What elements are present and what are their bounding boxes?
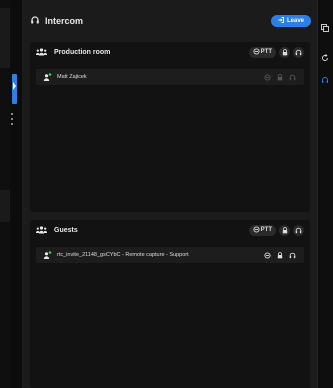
lock-button[interactable]	[279, 46, 290, 58]
headset-icon	[30, 12, 40, 30]
production-room-header: Production room PTT	[30, 42, 310, 62]
chevron-right-icon	[13, 82, 16, 90]
intercom-panel: Intercom Leave Production room PTT Matt …	[22, 0, 317, 388]
user-online-icon	[43, 246, 52, 264]
member-row[interactable]: rtc_invite_21148_gsCYbC - Remote capture…	[36, 247, 304, 263]
copy-icon[interactable]	[321, 19, 329, 37]
ptt-button[interactable]: PTT	[248, 224, 276, 236]
side-tab	[0, 8, 10, 68]
headset-icon[interactable]	[321, 71, 329, 89]
users-icon	[35, 221, 48, 239]
production-room-panel: Production room PTT Matt Zajicek	[30, 42, 310, 212]
ptt-label: PTT	[260, 227, 272, 233]
ptt-button[interactable]: PTT	[248, 46, 276, 58]
drag-dots-icon[interactable]	[11, 113, 13, 125]
headset-icon[interactable]	[289, 68, 296, 86]
member-name: rtc_invite_21148_gsCYbC - Remote capture…	[57, 252, 189, 258]
guests-header: Guests PTT	[30, 220, 310, 240]
exit-icon	[278, 17, 284, 25]
refresh-icon[interactable]	[321, 49, 329, 67]
intercom-header: Intercom Leave	[22, 0, 317, 42]
lock-button[interactable]	[279, 224, 290, 236]
push-to-talk-icon[interactable]	[264, 246, 271, 264]
push-to-talk-icon	[253, 225, 260, 235]
leave-button-label: Leave	[286, 18, 304, 24]
ptt-label: PTT	[260, 49, 272, 55]
lock-icon[interactable]	[277, 68, 283, 86]
headset-icon	[295, 43, 302, 61]
push-to-talk-icon	[253, 47, 260, 57]
right-rail	[317, 0, 333, 388]
headset-icon[interactable]	[289, 246, 296, 264]
member-name: Matt Zajicek	[57, 74, 87, 80]
left-edge-strip	[0, 0, 10, 388]
listen-button[interactable]	[293, 46, 304, 58]
page-title: Intercom	[45, 16, 84, 26]
lock-icon[interactable]	[277, 246, 283, 264]
member-row[interactable]: Matt Zajicek	[36, 69, 304, 85]
push-to-talk-icon[interactable]	[264, 68, 271, 86]
lock-icon	[282, 43, 288, 61]
user-online-icon	[43, 68, 52, 86]
headset-icon	[295, 221, 302, 239]
lock-icon	[282, 221, 288, 239]
side-tab	[0, 190, 10, 222]
guests-panel: Guests PTT rtc_invite_21148_gsCYbC - Rem…	[30, 220, 310, 388]
listen-button[interactable]	[293, 224, 304, 236]
production-room-title: Production room	[54, 48, 111, 56]
users-icon	[35, 43, 48, 61]
guests-title: Guests	[54, 226, 78, 234]
leave-button[interactable]: Leave	[270, 15, 311, 27]
